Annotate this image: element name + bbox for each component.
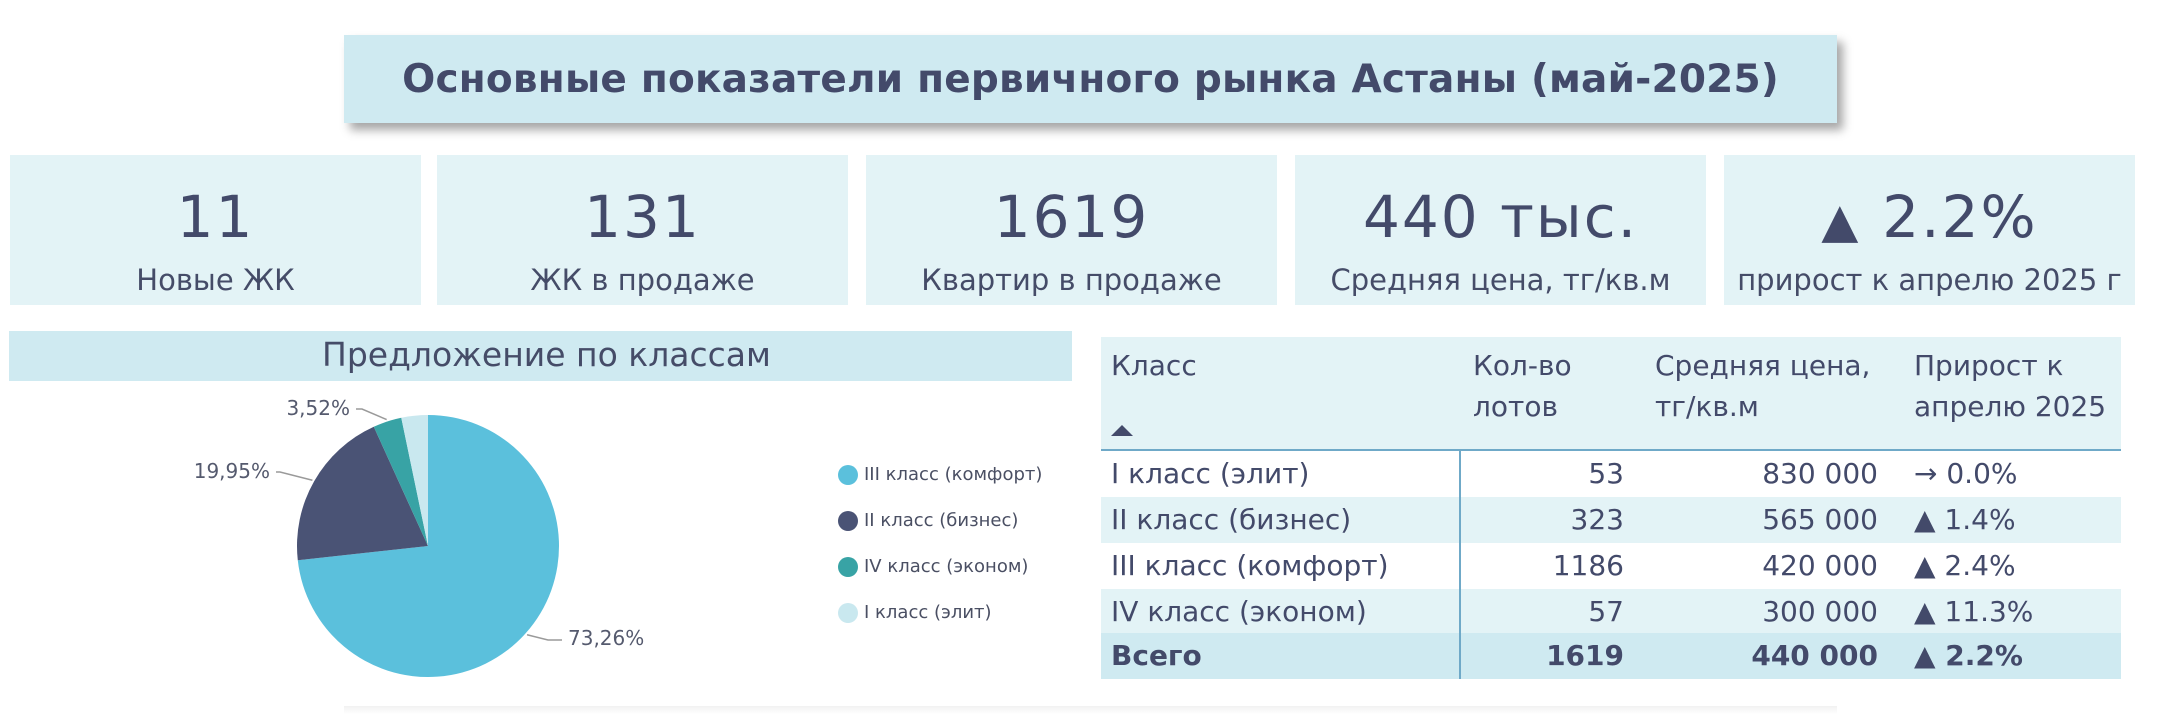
cell-growth: ▲ 2.4% <box>1914 549 2016 582</box>
pie-data-label: 19,95% <box>194 459 270 483</box>
cell-growth: ▲ 11.3% <box>1914 595 2034 628</box>
legend-dot-icon <box>838 464 858 485</box>
cell-count: 323 <box>1570 503 1624 536</box>
kpi-label: прирост к апрелю 2025 г <box>1737 263 2122 297</box>
kpi-label: Новые ЖК <box>136 263 295 297</box>
bottom-divider <box>344 706 1837 714</box>
legend-dot-icon <box>838 510 858 531</box>
kpi-value: 131 <box>584 183 701 251</box>
pie-leader-line <box>526 634 562 641</box>
kpi-label: Средняя цена, тг/кв.м <box>1330 263 1671 297</box>
page-title: Основные показатели первичного рынка Аст… <box>402 56 1779 102</box>
cell-price: 300 000 <box>1762 595 1878 628</box>
header-price-line2: тг/кв.м <box>1655 390 1759 423</box>
table-row[interactable]: I класс (элит) 53 830 000 → 0.0% <box>1101 451 2121 497</box>
legend-item-business[interactable]: II класс (бизнес) <box>838 510 1018 531</box>
kpi-value: 440 тыс. <box>1362 183 1639 251</box>
kpi-card-apartments-on-sale: 1619 Квартир в продаже <box>866 155 1277 305</box>
pie-data-label: 73,26% <box>568 626 644 650</box>
kpi-card-growth: ▲ 2.2% прирост к апрелю 2025 г <box>1724 155 2135 305</box>
cell-price: 565 000 <box>1762 503 1878 536</box>
cell-total-growth: ▲ 2.2% <box>1914 639 2023 672</box>
legend-label: I класс (элит) <box>864 602 992 623</box>
cell-count: 1186 <box>1552 549 1624 582</box>
cell-count: 57 <box>1588 595 1624 628</box>
legend-item-comfort[interactable]: III класс (комфорт) <box>838 464 1042 485</box>
cell-price: 830 000 <box>1762 457 1878 490</box>
kpi-value: 1619 <box>993 183 1150 251</box>
cell-total-count: 1619 <box>1546 639 1624 672</box>
kpi-growth-value: 2.2% <box>1882 183 2038 251</box>
kpi-label: ЖК в продаже <box>530 263 755 297</box>
sort-ascending-icon[interactable] <box>1111 425 1133 436</box>
column-divider <box>1459 451 1461 679</box>
cell-price: 420 000 <box>1762 549 1878 582</box>
kpi-card-average-price: 440 тыс. Средняя цена, тг/кв.м <box>1295 155 1706 305</box>
pie-leader-line <box>356 408 387 421</box>
legend-dot-icon <box>838 602 858 623</box>
cell-class: IV класс (эконом) <box>1111 595 1367 628</box>
legend-dot-icon <box>838 556 858 577</box>
table-total-row: Всего 1619 440 000 ▲ 2.2% <box>1101 633 2121 679</box>
triangle-up-icon: ▲ <box>1821 193 1861 249</box>
kpi-card-complexes-on-sale: 131 ЖК в продаже <box>437 155 848 305</box>
header-growth-line1[interactable]: Прирост к <box>1914 345 2063 386</box>
table-header: Класс Кол-во лотов Средняя цена, тг/кв.м… <box>1101 337 2121 451</box>
cell-growth: → 0.0% <box>1914 457 2018 490</box>
kpi-value: 11 <box>176 183 255 251</box>
cell-class: I класс (элит) <box>1111 457 1310 490</box>
kpi-label: Квартир в продаже <box>921 263 1222 297</box>
legend-label: III класс (комфорт) <box>864 464 1043 485</box>
header-growth-line2: апрелю 2025 <box>1914 390 2107 423</box>
header-price-line1[interactable]: Средняя цена, <box>1655 345 1870 386</box>
header-count-line2: лотов <box>1473 390 1558 423</box>
title-banner: Основные показатели первичного рынка Аст… <box>344 35 1837 123</box>
pie-leader-line <box>276 471 313 481</box>
table-row[interactable]: II класс (бизнес) 323 565 000 ▲ 1.4% <box>1101 497 2121 543</box>
header-class[interactable]: Класс <box>1111 345 1197 386</box>
cell-class: III класс (комфорт) <box>1111 549 1389 582</box>
kpi-value: ▲ 2.2% <box>1724 183 2135 251</box>
kpi-card-new-complexes: 11 Новые ЖК <box>10 155 421 305</box>
cell-growth: ▲ 1.4% <box>1914 503 2016 536</box>
legend-item-elite[interactable]: I класс (элит) <box>838 602 992 623</box>
cell-count: 53 <box>1588 457 1624 490</box>
legend-label: IV класс (эконом) <box>864 556 1029 577</box>
legend-label: II класс (бизнес) <box>864 510 1019 531</box>
cell-class: II класс (бизнес) <box>1111 503 1352 536</box>
pie-data-label: 3,52% <box>286 396 350 420</box>
cell-total-label: Всего <box>1111 639 1202 672</box>
section-title: Предложение по классам <box>322 335 771 374</box>
table-row[interactable]: IV класс (эконом) 57 300 000 ▲ 11.3% <box>1101 589 2121 635</box>
cell-total-price: 440 000 <box>1751 639 1878 672</box>
header-count-line1[interactable]: Кол-во <box>1473 345 1572 386</box>
section-header: Предложение по классам <box>9 331 1072 381</box>
legend-item-econom[interactable]: IV класс (эконом) <box>838 556 1028 577</box>
class-table: Класс Кол-во лотов Средняя цена, тг/кв.м… <box>1101 337 2121 679</box>
pie-chart: 73,26% 19,95% 3,52% <box>194 396 644 677</box>
table-row[interactable]: III класс (комфорт) 1186 420 000 ▲ 2.4% <box>1101 543 2121 589</box>
